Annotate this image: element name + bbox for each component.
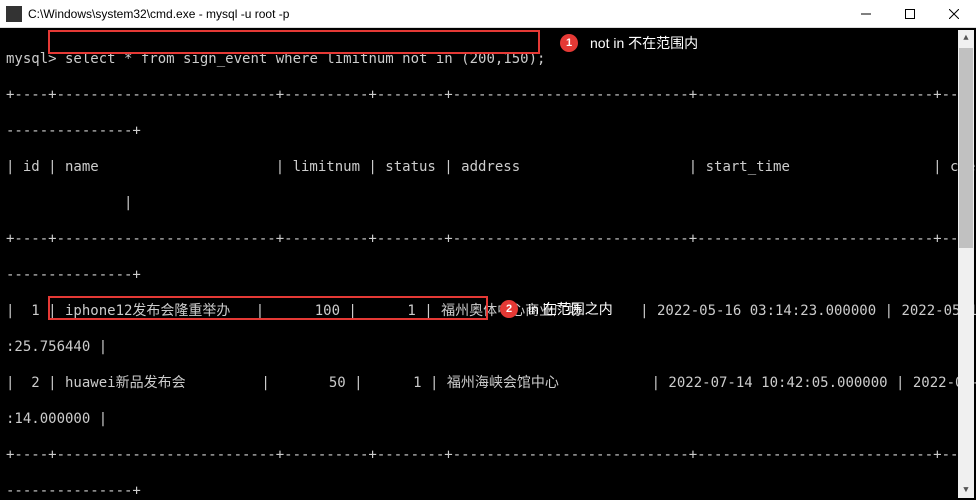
mysql-prompt: mysql> xyxy=(6,51,57,67)
window-controls xyxy=(844,0,976,28)
cmd-icon xyxy=(6,6,22,22)
table-divider-cont: ---------------+ xyxy=(6,482,970,500)
table-row: | 1 | iphone12发布会隆重举办 | 100 | 1 | 福州奥体中心… xyxy=(6,302,970,320)
table-header: | id | name | limitnum | status | addres… xyxy=(6,158,970,176)
table-divider: +----+--------------------------+-------… xyxy=(6,446,970,464)
table-divider: +----+--------------------------+-------… xyxy=(6,230,970,248)
scrollbar-down-arrow[interactable]: ▼ xyxy=(958,482,974,498)
scrollbar-thumb[interactable] xyxy=(959,48,973,248)
maximize-button[interactable] xyxy=(888,0,932,28)
table-divider-cont: ---------------+ xyxy=(6,122,970,140)
close-button[interactable] xyxy=(932,0,976,28)
window-title: C:\Windows\system32\cmd.exe - mysql -u r… xyxy=(28,7,844,21)
annotation-text-1: not in 不在范围内 xyxy=(590,34,698,52)
sql-query-1: select * from sign_event where limitnum … xyxy=(57,51,546,67)
annotation-badge-1: 1 xyxy=(560,34,578,52)
terminal-output[interactable]: mysql> select * from sign_event where li… xyxy=(0,28,976,500)
vertical-scrollbar[interactable]: ▲ ▼ xyxy=(958,30,974,498)
annotation-text-2: in 在范围之内 xyxy=(528,300,613,318)
table-row-cont: :25.756440 | xyxy=(6,338,970,356)
table-divider-cont: ---------------+ xyxy=(6,266,970,284)
table-row: | 2 | huawei新品发布会 | 50 | 1 | 福州海峡会馆中心 | … xyxy=(6,374,970,392)
window-titlebar: C:\Windows\system32\cmd.exe - mysql -u r… xyxy=(0,0,976,28)
minimize-button[interactable] xyxy=(844,0,888,28)
table-divider: +----+--------------------------+-------… xyxy=(6,86,970,104)
annotation-badge-2: 2 xyxy=(500,300,518,318)
scrollbar-up-arrow[interactable]: ▲ xyxy=(958,30,974,46)
table-header-cont: | xyxy=(6,194,970,212)
table-row-cont: :14.000000 | xyxy=(6,410,970,428)
